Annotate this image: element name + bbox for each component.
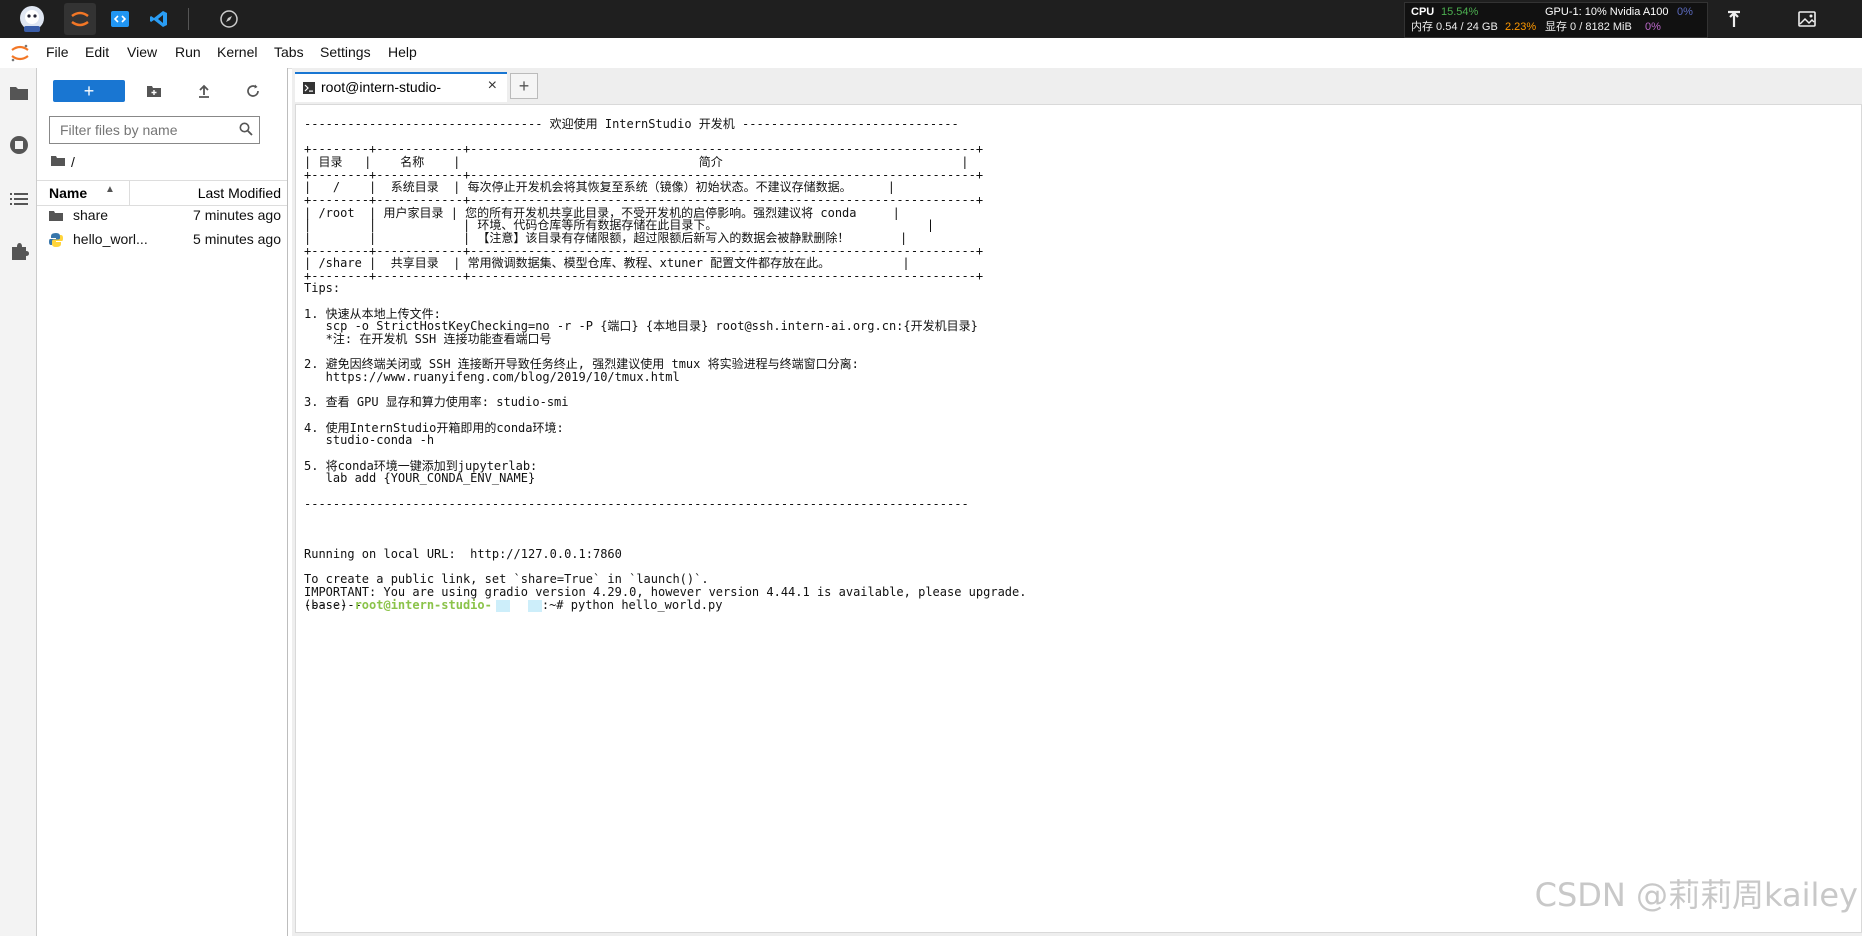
memory-usage: 内存 0.54 / 24 GB bbox=[1411, 21, 1498, 33]
search-icon bbox=[239, 122, 253, 139]
terminal-line: Running on local URL: http://127.0.0.1:7… bbox=[304, 547, 622, 562]
new-launcher-button[interactable]: + bbox=[53, 80, 125, 102]
terminal-line: https://www.ruanyifeng.com/blog/2019/10/… bbox=[304, 370, 680, 384]
column-name-header[interactable]: Name bbox=[49, 185, 87, 201]
redacted-block bbox=[527, 599, 542, 612]
file-modified: 5 minutes ago bbox=[193, 231, 281, 247]
jupyter-logo-icon bbox=[10, 43, 30, 66]
resource-stats-panel: CPU 15.54% 内存 0.54 / 24 GB 2.23% GPU-1: … bbox=[1404, 2, 1708, 38]
app-logo-icon[interactable] bbox=[15, 3, 49, 35]
gpu-percent: 0% bbox=[1677, 6, 1693, 18]
file-filter-search bbox=[49, 116, 260, 144]
add-tab-button[interactable]: + bbox=[510, 73, 538, 99]
terminal-prompt-line: (base) root@intern-studio- :~# python hel… bbox=[304, 598, 722, 613]
folder-icon bbox=[51, 154, 65, 170]
memory-percent: 2.23% bbox=[1505, 21, 1537, 33]
upload-icon[interactable] bbox=[192, 80, 216, 102]
vscode-icon[interactable] bbox=[143, 3, 175, 35]
file-modified: 7 minutes ago bbox=[193, 207, 281, 223]
vram-usage: 显存 0 / 8182 MiB bbox=[1545, 21, 1632, 33]
upload-arrow-icon[interactable] bbox=[1718, 3, 1750, 35]
terminal-line: +--------+------------+-----------------… bbox=[304, 268, 984, 283]
cpu-label: CPU bbox=[1411, 6, 1435, 18]
file-name: share bbox=[73, 207, 109, 223]
terminal-line: Tips: bbox=[304, 281, 341, 296]
terminal-line: lab add {YOUR_CONDA_ENV_NAME} bbox=[304, 471, 536, 486]
tab-title: root@intern-studio- bbox=[321, 79, 442, 95]
menu-run[interactable]: Run bbox=[175, 44, 201, 60]
running-kernels-icon[interactable] bbox=[6, 132, 32, 158]
menu-help[interactable]: Help bbox=[388, 44, 417, 60]
folder-icon bbox=[49, 209, 63, 225]
table-of-contents-icon[interactable] bbox=[6, 186, 32, 212]
gpu-label: GPU-1: 10% Nvidia A100 bbox=[1545, 6, 1669, 18]
prompt-prefix: (base) bbox=[304, 598, 355, 612]
file-row-share[interactable]: share 7 minutes ago bbox=[37, 204, 287, 228]
menu-tabs[interactable]: Tabs bbox=[274, 44, 304, 60]
terminal-icon bbox=[303, 81, 315, 97]
terminal-line: studio-conda -h bbox=[304, 433, 435, 448]
image-screenshot-icon[interactable] bbox=[1791, 3, 1823, 35]
column-divider bbox=[129, 181, 130, 205]
toolbar-divider bbox=[188, 8, 189, 30]
breadcrumb[interactable]: / bbox=[51, 154, 75, 170]
terminal-output[interactable]: --------------------------------- 欢迎使用 I… bbox=[295, 104, 1862, 933]
main-dock-area: root@intern-studio- × + ----------------… bbox=[292, 68, 1862, 936]
vram-percent: 0% bbox=[1645, 21, 1661, 33]
tab-terminal[interactable]: root@intern-studio- × bbox=[295, 72, 507, 102]
menu-edit[interactable]: Edit bbox=[85, 44, 109, 60]
jupyter-app-icon[interactable] bbox=[64, 3, 96, 35]
code-editor-icon[interactable] bbox=[104, 3, 136, 35]
breadcrumb-root[interactable]: / bbox=[71, 154, 75, 170]
new-folder-icon[interactable] bbox=[142, 80, 166, 102]
file-filter-input[interactable] bbox=[58, 117, 232, 143]
top-bar: CPU 15.54% 内存 0.54 / 24 GB 2.23% GPU-1: … bbox=[0, 0, 1862, 38]
file-browser-panel: + / Name ▲ Last Modified share 7 minutes… bbox=[37, 68, 288, 936]
column-last-modified-header[interactable]: Last Modified bbox=[198, 185, 281, 201]
python-file-icon bbox=[49, 233, 63, 250]
left-activity-bar bbox=[0, 68, 37, 936]
refresh-icon[interactable] bbox=[241, 80, 265, 102]
file-browser-folder-icon[interactable] bbox=[6, 80, 32, 106]
prompt-host: root@intern-studio- bbox=[354, 598, 492, 612]
terminal-line: *注: 在开发机 SSH 连接功能查看端口号 bbox=[304, 332, 552, 347]
csdn-watermark: CSDN @莉莉周kailey bbox=[1534, 876, 1858, 914]
menu-bar: File Edit View Run Kernel Tabs Settings … bbox=[0, 38, 1862, 69]
menu-file[interactable]: File bbox=[46, 44, 69, 60]
menu-settings[interactable]: Settings bbox=[320, 44, 371, 60]
close-tab-icon[interactable]: × bbox=[488, 77, 497, 95]
extensions-puzzle-icon[interactable] bbox=[6, 238, 32, 264]
sort-ascending-icon: ▲ bbox=[105, 184, 115, 195]
redacted-block bbox=[495, 599, 510, 612]
compass-icon[interactable] bbox=[213, 3, 245, 35]
prompt-command: :~# python hello_world.py bbox=[541, 598, 723, 612]
menu-view[interactable]: View bbox=[127, 44, 157, 60]
menu-kernel[interactable]: Kernel bbox=[217, 44, 257, 60]
cpu-value: 15.54% bbox=[1441, 6, 1479, 18]
file-row-hello-world[interactable]: hello_worl... 5 minutes ago bbox=[37, 228, 287, 252]
file-name: hello_worl... bbox=[73, 231, 148, 247]
terminal-line: --------------------------------- 欢迎使用 I… bbox=[304, 117, 959, 131]
terminal-line: ----------------------------------------… bbox=[304, 496, 969, 511]
terminal-line: 3. 查看 GPU 显存和算力使用率: studio-smi bbox=[304, 395, 569, 410]
file-list-header: Name ▲ Last Modified bbox=[37, 180, 287, 206]
